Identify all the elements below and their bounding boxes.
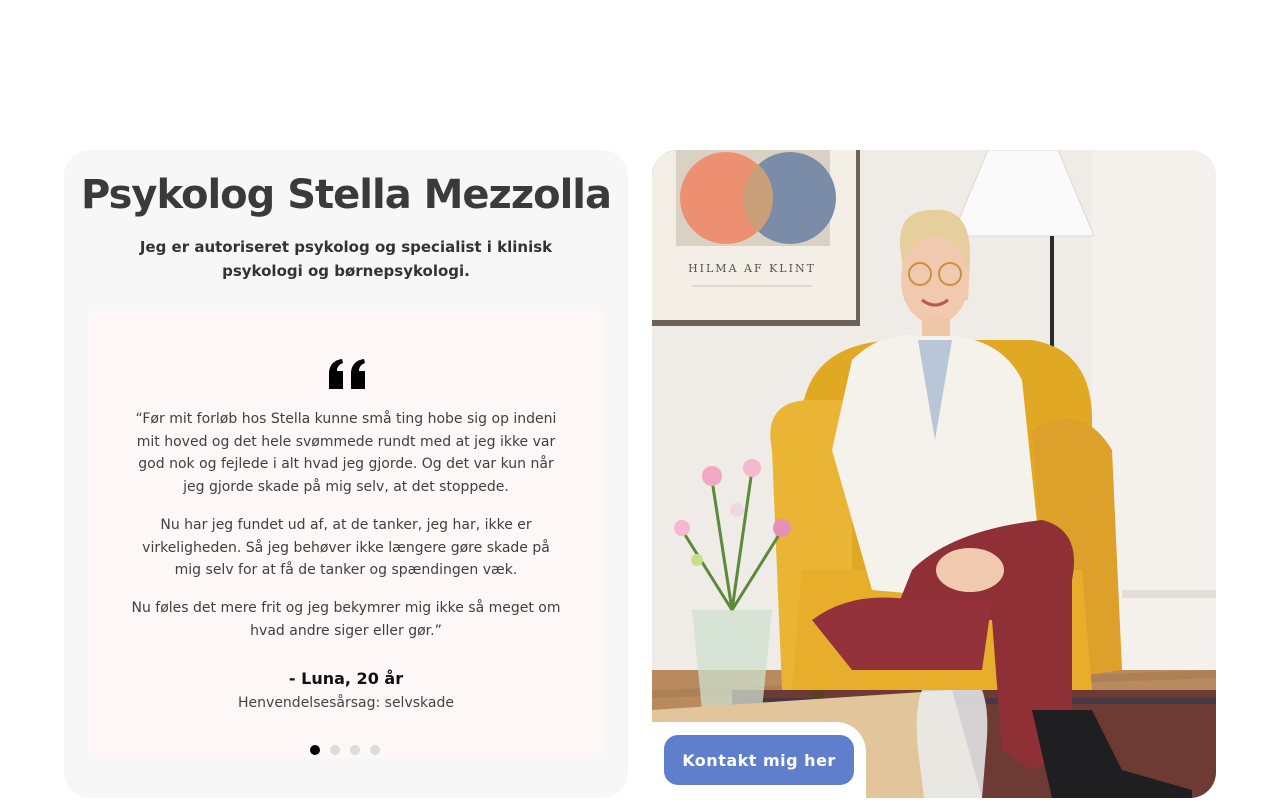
slider-dots: [310, 745, 390, 757]
testimonial-reason: Henvendelsesårsag: selvskade: [238, 695, 454, 711]
hilma-af-klint-poster: HILMA AF KLINT: [652, 150, 860, 326]
slider-dot-3[interactable]: [350, 745, 360, 755]
slider-dot-1[interactable]: [310, 745, 320, 755]
slider-dot-2[interactable]: [330, 745, 340, 755]
quote-paragraph: Nu har jeg fundet ud af, at de tanker, j…: [142, 516, 550, 579]
intro-card: Psykolog Stella Mezzolla Jeg er autorise…: [64, 150, 628, 798]
contact-button[interactable]: Kontakt mig her: [664, 735, 854, 785]
quote-paragraph: Nu føles det mere frit og jeg bekymrer m…: [131, 599, 561, 639]
page-title: Psykolog Stella Mezzolla: [80, 172, 612, 218]
testimonial-slider: “Før mit forløb hos Stella kunne små tin…: [88, 310, 604, 758]
quote-icon: [329, 359, 365, 389]
poster-text: HILMA AF KLINT: [688, 262, 816, 275]
slider-dot-4[interactable]: [370, 745, 380, 755]
quote-paragraph: “Før mit forløb hos Stella kunne små tin…: [135, 411, 557, 496]
testimonial-author: - Luna, 20 år: [288, 669, 404, 688]
testimonial-quote: “Før mit forløb hos Stella kunne små tin…: [128, 408, 564, 657]
intro-subtitle: Jeg er autoriseret psykolog og specialis…: [139, 238, 553, 280]
portrait-photo: HILMA AF KLINT: [652, 150, 1216, 798]
